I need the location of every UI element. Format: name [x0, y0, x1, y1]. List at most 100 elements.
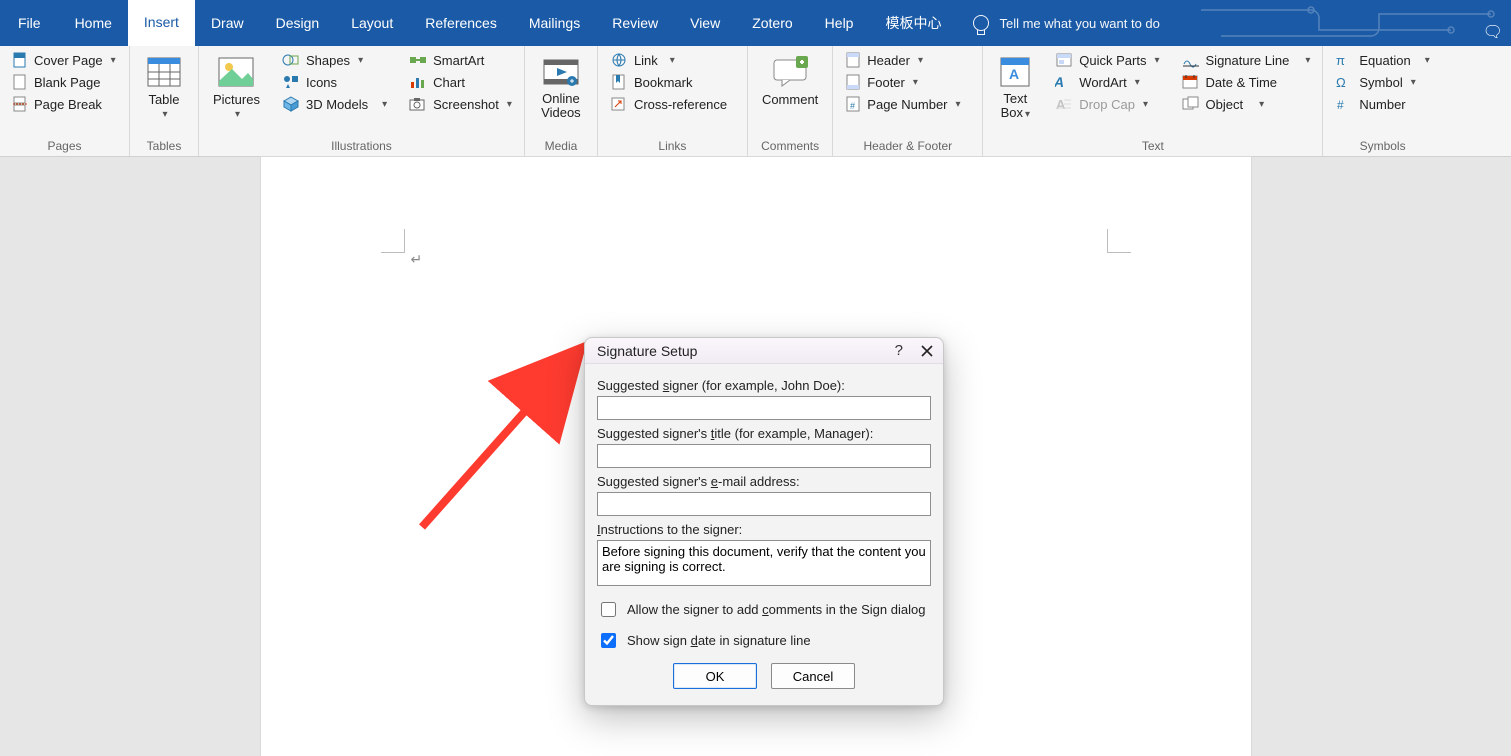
- group-label: Tables: [136, 137, 192, 156]
- smartart-button[interactable]: SmartArt: [403, 50, 518, 70]
- label: OnlineVideos: [541, 91, 581, 120]
- blank-page-button[interactable]: Blank Page: [6, 72, 122, 92]
- signer-title-input[interactable]: [597, 444, 931, 468]
- page-number-button[interactable]: # Page Number▾: [839, 94, 966, 114]
- icons-button[interactable]: Icons: [276, 72, 393, 92]
- bookmark-icon: [610, 74, 628, 90]
- group-comments: Comment Comments: [748, 46, 833, 156]
- label: Chart: [433, 75, 465, 90]
- footer-button[interactable]: Footer▾: [839, 72, 966, 92]
- text-box-button[interactable]: A TextBox▾: [989, 50, 1041, 123]
- icons-icon: [282, 74, 300, 90]
- tab-help[interactable]: Help: [809, 0, 870, 46]
- tab-layout[interactable]: Layout: [335, 0, 409, 46]
- group-illustrations: Pictures ▾ Shapes▾ Icons 3D Models▾: [199, 46, 525, 156]
- label: Table: [148, 92, 179, 107]
- document-area: ↵ Signature Setup ? Suggested signer (fo…: [0, 157, 1511, 756]
- label: Number: [1359, 97, 1405, 112]
- shapes-button[interactable]: Shapes▾: [276, 50, 393, 70]
- symbol-button[interactable]: Ω Symbol▾: [1329, 72, 1435, 92]
- header-button[interactable]: Header▾: [839, 50, 966, 70]
- date-time-button[interactable]: Date & Time: [1176, 72, 1317, 92]
- menu-tabstrip: File Home Insert Draw Design Layout Refe…: [0, 0, 1511, 46]
- svg-text:A: A: [1009, 66, 1019, 82]
- paragraph-mark: ↵: [411, 251, 423, 268]
- ok-button[interactable]: OK: [673, 663, 757, 689]
- group-header-footer: Header▾ Footer▾ # Page Number▾ Header & …: [833, 46, 983, 156]
- chart-button[interactable]: Chart: [403, 72, 518, 92]
- date-time-icon: [1182, 74, 1200, 90]
- drop-cap-button: A Drop Cap▾: [1049, 94, 1165, 114]
- bookmark-button[interactable]: Bookmark: [604, 72, 733, 92]
- comment-button[interactable]: Comment: [754, 50, 826, 109]
- quick-parts-button[interactable]: Quick Parts▾: [1049, 50, 1165, 70]
- blank-page-icon: [12, 74, 28, 90]
- header-icon: [845, 52, 861, 68]
- label: Icons: [306, 75, 337, 90]
- equation-button[interactable]: π Equation▾: [1329, 50, 1435, 70]
- tab-references[interactable]: References: [409, 0, 513, 46]
- screenshot-icon: [409, 96, 427, 112]
- tab-mailings[interactable]: Mailings: [513, 0, 596, 46]
- group-label: Media: [531, 137, 591, 156]
- label: Symbol: [1359, 75, 1402, 90]
- allow-comments-checkbox[interactable]: [601, 602, 616, 617]
- group-label: Pages: [6, 137, 123, 156]
- footer-icon: [845, 74, 861, 90]
- symbol-icon: Ω: [1335, 74, 1353, 90]
- cover-page-icon: [12, 52, 28, 68]
- group-tables: Table ▾ Tables: [130, 46, 199, 156]
- label: Cross-reference: [634, 97, 727, 112]
- number-button[interactable]: # Number: [1329, 94, 1435, 114]
- close-icon: [921, 345, 933, 357]
- online-videos-button[interactable]: OnlineVideos: [531, 50, 591, 123]
- tab-insert[interactable]: Insert: [128, 0, 195, 46]
- tab-view[interactable]: View: [674, 0, 736, 46]
- label: Comment: [762, 92, 818, 107]
- cancel-button[interactable]: Cancel: [771, 663, 855, 689]
- group-links: Link▾ Bookmark Cross-reference Links: [598, 46, 748, 156]
- object-button[interactable]: Object▾: [1176, 94, 1317, 114]
- tab-templates[interactable]: 模板中心: [869, 0, 957, 46]
- dialog-titlebar[interactable]: Signature Setup ?: [585, 338, 943, 364]
- signer-email-label: Suggested signer's e-mail address:: [597, 474, 931, 489]
- group-label: Illustrations: [205, 137, 518, 156]
- table-button[interactable]: Table ▾: [136, 50, 192, 122]
- tell-me-search[interactable]: Tell me what you want to do: [957, 0, 1175, 46]
- label: Screenshot: [433, 97, 499, 112]
- label: SmartArt: [433, 53, 484, 68]
- label: Signature Line: [1206, 53, 1290, 68]
- link-button[interactable]: Link▾: [604, 50, 733, 70]
- tab-design[interactable]: Design: [260, 0, 336, 46]
- margin-corner-tl: [381, 229, 405, 253]
- cover-page-button[interactable]: Cover Page▾: [6, 50, 122, 70]
- dialog-help-button[interactable]: ?: [895, 342, 903, 359]
- label: WordArt: [1079, 75, 1126, 90]
- label: Object: [1206, 97, 1244, 112]
- tab-draw[interactable]: Draw: [195, 0, 260, 46]
- tab-home[interactable]: Home: [59, 0, 128, 46]
- instructions-textarea[interactable]: Before signing this document, verify tha…: [597, 540, 931, 586]
- show-date-checkbox[interactable]: [601, 633, 616, 648]
- signature-line-button[interactable]: Signature Line▾: [1176, 50, 1317, 70]
- wordart-button[interactable]: A WordArt▾: [1049, 72, 1165, 92]
- page-break-button[interactable]: Page Break: [6, 94, 122, 114]
- suggested-signer-input[interactable]: [597, 396, 931, 420]
- pictures-button[interactable]: Pictures ▾: [205, 50, 268, 122]
- dialog-close-button[interactable]: [921, 345, 933, 357]
- tab-file[interactable]: File: [0, 0, 59, 46]
- signer-email-input[interactable]: [597, 492, 931, 516]
- comments-pane-icon[interactable]: 🗨: [1483, 22, 1503, 42]
- tab-zotero[interactable]: Zotero: [736, 0, 808, 46]
- svg-text:π: π: [1336, 53, 1345, 68]
- allow-comments-label: Allow the signer to add comments in the …: [627, 602, 925, 617]
- screenshot-button[interactable]: Screenshot▾: [403, 94, 518, 114]
- label: TextBox: [1001, 91, 1028, 120]
- svg-text:#: #: [850, 101, 855, 111]
- smartart-icon: [409, 52, 427, 68]
- tab-review[interactable]: Review: [596, 0, 674, 46]
- text-box-icon: A: [997, 54, 1033, 90]
- cross-reference-button[interactable]: Cross-reference: [604, 94, 733, 114]
- label: Footer: [867, 75, 905, 90]
- 3d-models-button[interactable]: 3D Models▾: [276, 94, 393, 114]
